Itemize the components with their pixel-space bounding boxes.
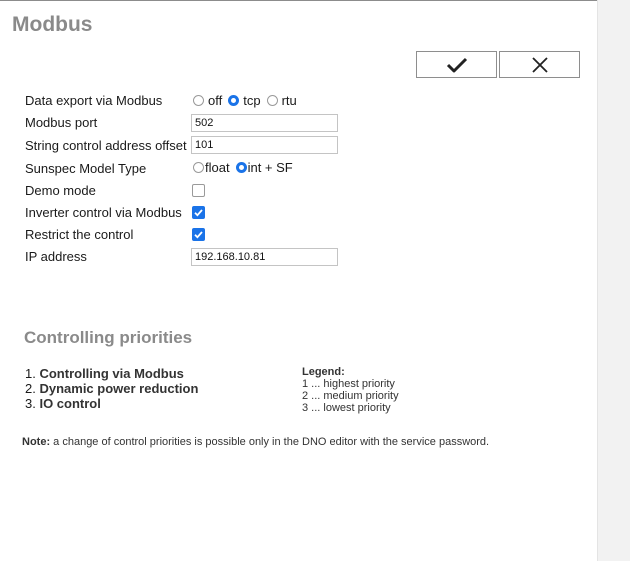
- ip-address-label: IP address: [25, 249, 87, 264]
- radio-tcp[interactable]: [228, 95, 240, 106]
- note-prefix: Note:: [22, 436, 51, 448]
- radio-int-sf-label: int + SF: [247, 160, 293, 175]
- legend-item: 2 ... medium priority: [302, 390, 399, 402]
- close-icon: [531, 56, 548, 73]
- priority-item: 3. IO control: [25, 396, 101, 411]
- confirm-button[interactable]: [416, 51, 497, 78]
- top-divider: [0, 0, 597, 1]
- legend-title: Legend:: [302, 366, 345, 378]
- string-offset-input[interactable]: 101: [191, 136, 338, 154]
- data-export-radio-group: off tcp rtu: [193, 93, 297, 108]
- note-text: Note: a change of control priorities is …: [22, 436, 489, 448]
- priority-legend: Legend: 1 ... highest priority 2 ... med…: [302, 366, 399, 414]
- priority-label: IO control: [39, 396, 101, 411]
- check-icon: [194, 209, 203, 217]
- priority-number: 2.: [25, 381, 40, 396]
- demo-mode-checkbox[interactable]: [192, 184, 205, 197]
- right-panel-edge: [597, 0, 630, 561]
- note-body: a change of control priorities is possib…: [50, 436, 490, 448]
- radio-rtu[interactable]: [266, 95, 278, 106]
- modbus-port-input[interactable]: 502: [191, 114, 338, 132]
- restrict-control-label: Restrict the control: [25, 227, 134, 242]
- modbus-port-label: Modbus port: [25, 115, 98, 130]
- string-offset-label: String control address offset: [25, 138, 187, 153]
- radio-off-label: off: [208, 93, 223, 108]
- data-export-label: Data export via Modbus: [25, 93, 163, 108]
- radio-rtu-label: rtu: [281, 93, 297, 108]
- radio-float-label: float: [205, 160, 230, 175]
- priority-label: Controlling via Modbus: [39, 366, 184, 381]
- check-icon: [194, 231, 203, 239]
- demo-mode-label: Demo mode: [25, 183, 96, 198]
- page-title: Modbus: [12, 13, 93, 36]
- radio-tcp-label: tcp: [243, 93, 261, 108]
- checkmark-icon: [446, 57, 467, 72]
- priorities-title: Controlling priorities: [24, 328, 193, 347]
- priority-item: 2. Dynamic power reduction: [25, 381, 198, 396]
- priority-item: 1. Controlling via Modbus: [25, 366, 184, 381]
- restrict-control-checkbox[interactable]: [192, 228, 205, 241]
- priority-label: Dynamic power reduction: [39, 381, 199, 396]
- priority-number: 1.: [25, 366, 40, 381]
- ip-address-input[interactable]: 192.168.10.81: [191, 248, 338, 266]
- radio-int-sf[interactable]: [235, 162, 247, 173]
- legend-item: 1 ... highest priority: [302, 378, 395, 390]
- sunspec-label: Sunspec Model Type: [25, 161, 147, 176]
- inverter-control-checkbox[interactable]: [192, 206, 205, 219]
- legend-item: 3 ... lowest priority: [302, 402, 391, 414]
- priority-number: 3.: [25, 396, 40, 411]
- inverter-control-label: Inverter control via Modbus: [25, 205, 182, 220]
- radio-float[interactable]: [193, 162, 204, 173]
- sunspec-radio-group: float int + SF: [193, 160, 293, 175]
- cancel-button[interactable]: [499, 51, 580, 78]
- radio-off[interactable]: [193, 95, 204, 106]
